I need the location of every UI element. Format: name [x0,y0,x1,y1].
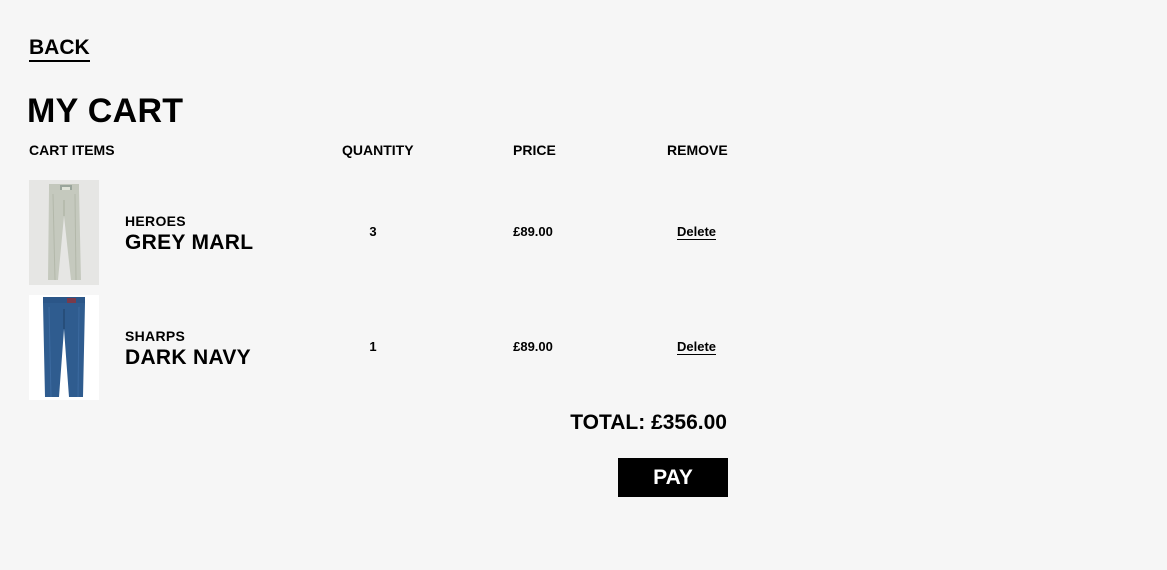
product-brand: SHARPS [125,328,186,344]
item-quantity: 1 [369,339,377,354]
item-quantity: 3 [369,224,377,239]
column-header-cart-items: CART ITEMS [29,142,115,158]
product-variant: DARK NAVY [125,346,251,369]
cart-item-row: HEROES GREY MARL 3 £89.00 Delete [0,180,760,285]
cart-total: TOTAL: £356.00 [570,411,727,434]
delete-item-link[interactable]: Delete [677,339,717,355]
item-price: £89.00 [513,224,553,239]
cart-page: BACK MY CART CART ITEMS QUANTITY PRICE R… [0,0,1167,570]
product-variant: GREY MARL [125,231,254,254]
navy-jeans-image [29,295,99,400]
column-header-price: PRICE [513,142,556,158]
product-image[interactable] [29,295,99,400]
pay-button[interactable]: PAY [618,458,728,497]
column-header-quantity: QUANTITY [342,142,414,158]
cart-item-row: SHARPS DARK NAVY 1 £89.00 Delete [0,295,760,400]
back-link[interactable]: BACK [29,37,90,62]
product-image[interactable] [29,180,99,285]
delete-item-link[interactable]: Delete [677,224,717,240]
item-price: £89.00 [513,339,553,354]
product-brand: HEROES [125,213,186,229]
grey-trousers-image [29,180,99,285]
page-title: MY CART [27,92,184,130]
column-header-remove: REMOVE [667,142,728,158]
